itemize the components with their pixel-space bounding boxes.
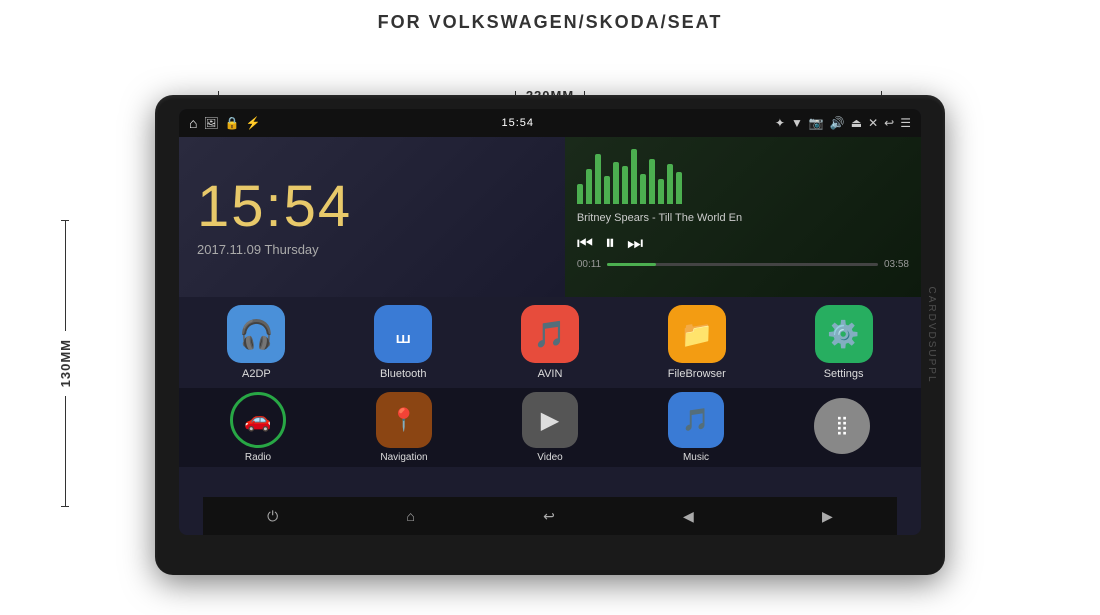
app-grid-row1: 🎧 A2DP ⧢ Bluetooth 🎵 AVIN � xyxy=(179,297,921,388)
eq-bar xyxy=(613,162,619,204)
height-line-bottom xyxy=(65,396,66,507)
song-title: Britney Spears - Till The World En xyxy=(577,212,909,224)
clock-widget: 15:54 2017.11.09 Thursday xyxy=(179,137,565,297)
widget-area: 15:54 2017.11.09 Thursday xyxy=(179,137,921,297)
time-elapsed: 00:11 xyxy=(577,259,601,270)
avin-label: AVIN xyxy=(538,368,563,380)
app-settings[interactable]: ⚙️ Settings xyxy=(770,305,917,380)
time-total: 03:58 xyxy=(884,259,909,270)
radio-icon-bg: 🚗 xyxy=(230,392,286,448)
nav-bar: ⏻ ⌂ ↩ ◀ ▶ xyxy=(203,497,897,535)
height-label: 130MM xyxy=(58,331,73,395)
avin-icon-bg: 🎵 xyxy=(521,305,579,363)
eq-bar xyxy=(640,174,646,204)
music-icon-bg: 🎵 xyxy=(668,392,724,448)
video-icon-bg: ▶ xyxy=(522,392,578,448)
app-grid-row2: 🚗 Radio 📍 Navigation ▶ Video xyxy=(179,388,921,467)
device-screen: ⌂ 🖼 🔒 ⚡ 15:54 ✦ ▼ 📷 🔊 ⏏ ✕ ↩ ☰ 15:54 xyxy=(179,109,921,535)
eq-bar xyxy=(586,169,592,204)
a2dp-icon: 🎧 xyxy=(239,318,274,351)
settings-gear-icon: ⚙️ xyxy=(827,319,859,350)
eq-bar xyxy=(604,176,610,204)
radio-label: Radio xyxy=(245,452,271,463)
music-controls: ⏮ ⏸ ⏭ xyxy=(577,232,909,255)
equalizer xyxy=(577,164,909,204)
lock-icon: 🔒 xyxy=(225,116,240,130)
app-avin[interactable]: 🎵 AVIN xyxy=(477,305,624,380)
watermark: CARDVDSUPPL xyxy=(926,286,937,383)
more-icon-bg: ⣿ xyxy=(814,398,870,454)
close-icon: ✕ xyxy=(868,116,878,130)
eq-bar xyxy=(577,184,583,204)
wifi-icon: ▼ xyxy=(791,116,803,130)
status-left: ⌂ 🖼 🔒 ⚡ xyxy=(189,115,261,131)
app-bluetooth[interactable]: ⧢ Bluetooth xyxy=(330,305,477,380)
page-title: FOR VOLKSWAGEN/SKODA/SEAT xyxy=(0,0,1100,33)
music-widget[interactable]: Britney Spears - Till The World En ⏮ ⏸ ⏭… xyxy=(565,137,921,297)
filebrowser-icon: 📁 xyxy=(681,319,713,350)
app-radio[interactable]: 🚗 Radio xyxy=(185,392,331,463)
radio-car-icon: 🚗 xyxy=(244,407,271,433)
image-icon: 🖼 xyxy=(203,116,218,130)
home-icon[interactable]: ⌂ xyxy=(189,115,197,131)
clock-date: 2017.11.09 Thursday xyxy=(197,242,547,257)
more-apps-icon: ⣿ xyxy=(835,415,848,436)
navigation-icon: 📍 xyxy=(390,407,417,433)
app-navigation[interactable]: 📍 Navigation xyxy=(331,392,477,463)
app-video[interactable]: ▶ Video xyxy=(477,392,623,463)
bluetooth-icon: ✦ xyxy=(775,116,785,130)
bluetooth-symbol-icon: ⧢ xyxy=(396,318,411,351)
eq-bar xyxy=(631,149,637,204)
app-more[interactable]: ⣿ xyxy=(769,398,915,458)
next-button[interactable]: ⏭ xyxy=(627,233,643,254)
usb-icon: ⚡ xyxy=(246,116,261,130)
eq-bar xyxy=(676,172,682,204)
navigation-icon-bg: 📍 xyxy=(376,392,432,448)
app-music[interactable]: 🎵 Music xyxy=(623,392,769,463)
app-a2dp[interactable]: 🎧 A2DP xyxy=(183,305,330,380)
app-filebrowser[interactable]: 📁 FileBrowser xyxy=(623,305,770,380)
clock-time: 15:54 xyxy=(197,178,547,236)
volume-icon: 🔊 xyxy=(830,116,845,130)
status-time: 15:54 xyxy=(501,117,534,129)
car-stereo-device: ⌂ 🖼 🔒 ⚡ 15:54 ✦ ▼ 📷 🔊 ⏏ ✕ ↩ ☰ 15:54 xyxy=(155,95,945,575)
skip-back-nav-icon[interactable]: ◀ xyxy=(683,508,694,525)
music-note-icon: 🎵 xyxy=(682,407,709,433)
bluetooth-icon-bg: ⧢ xyxy=(374,305,432,363)
height-dimension: 130MM xyxy=(58,220,73,507)
video-play-icon: ▶ xyxy=(541,406,559,435)
a2dp-icon-bg: 🎧 xyxy=(227,305,285,363)
skip-fwd-nav-icon[interactable]: ▶ xyxy=(822,508,833,525)
back-icon: ↩ xyxy=(884,116,894,130)
status-right: ✦ ▼ 📷 🔊 ⏏ ✕ ↩ ☰ xyxy=(775,116,911,130)
camera-icon: 📷 xyxy=(809,116,824,130)
height-line-top xyxy=(65,220,66,331)
eq-bar xyxy=(658,179,664,204)
music-label: Music xyxy=(683,452,709,463)
eq-bar xyxy=(649,159,655,204)
bluetooth-label: Bluetooth xyxy=(380,368,426,380)
play-button[interactable]: ⏸ xyxy=(605,232,615,255)
eq-bar xyxy=(667,164,673,204)
navigation-label: Navigation xyxy=(380,452,427,463)
home-nav-icon[interactable]: ⌂ xyxy=(406,508,414,524)
progress-fill xyxy=(607,263,656,266)
power-nav-icon[interactable]: ⏻ xyxy=(267,508,278,525)
eq-bar xyxy=(622,166,628,204)
eq-bar xyxy=(595,154,601,204)
avin-icon: 🎵 xyxy=(534,319,566,350)
settings-label: Settings xyxy=(824,368,864,380)
status-bar: ⌂ 🖼 🔒 ⚡ 15:54 ✦ ▼ 📷 🔊 ⏏ ✕ ↩ ☰ xyxy=(179,109,921,137)
back-nav-icon[interactable]: ↩ xyxy=(543,508,555,525)
video-label: Video xyxy=(537,452,562,463)
settings-icon-bg: ⚙️ xyxy=(815,305,873,363)
menu-icon: ☰ xyxy=(900,116,911,130)
filebrowser-icon-bg: 📁 xyxy=(668,305,726,363)
eject-icon: ⏏ xyxy=(851,116,862,130)
progress-bar[interactable] xyxy=(607,263,878,266)
progress-area: 00:11 03:58 xyxy=(577,259,909,270)
prev-button[interactable]: ⏮ xyxy=(577,233,593,254)
a2dp-label: A2DP xyxy=(242,368,271,380)
filebrowser-label: FileBrowser xyxy=(668,368,726,380)
